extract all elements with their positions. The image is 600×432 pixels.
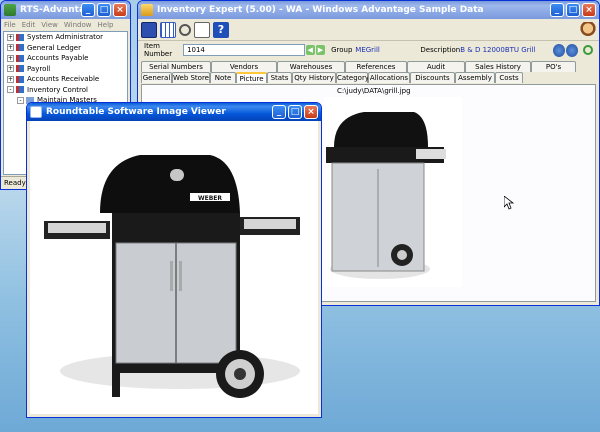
item-number-field[interactable]: 1014 (183, 44, 305, 56)
group-label: Group (331, 46, 353, 54)
tree-expand-icon[interactable]: + (7, 54, 14, 62)
image-viewer-window: Roundtable Software Image Viewer _ □ × W… (26, 102, 322, 418)
grill-image-large: WEBER (44, 155, 300, 398)
tab-sales-history[interactable]: Sales History (465, 61, 531, 72)
next-item-button[interactable]: ▶ (315, 45, 326, 55)
link-icon[interactable] (583, 45, 593, 55)
rts-titlebar[interactable]: RTS-Advantage Ac... _ □ × (1, 1, 130, 19)
inventory-toolbar: ? (138, 19, 599, 41)
maximize-button[interactable]: □ (97, 3, 111, 17)
viewer-canvas: WEBER (30, 121, 318, 414)
description-value: B & D 12000BTU Grill (460, 46, 536, 54)
tab-audit[interactable]: Audit (407, 61, 465, 72)
tree-expand-icon[interactable]: - (17, 96, 24, 104)
group-value: MEGrill (355, 46, 380, 54)
inventory-titlebar[interactable]: Inventory Expert (5.00) - WA - Windows A… (138, 1, 599, 19)
maximize-button[interactable]: □ (566, 3, 580, 17)
tab-costs[interactable]: Costs (495, 72, 523, 83)
tab-qty-history[interactable]: Qty History (292, 72, 336, 83)
tree-item[interactable]: + General Ledger (4, 43, 127, 54)
minimize-button[interactable]: _ (272, 105, 286, 119)
tree-item-label: Accounts Receivable (27, 75, 100, 84)
grid-icon[interactable] (141, 21, 157, 38)
tab-stats[interactable]: Stats (267, 72, 292, 83)
module-icon (16, 75, 24, 83)
tree-expand-icon[interactable]: - (7, 86, 14, 94)
forward-icon[interactable] (566, 43, 579, 57)
module-icon (16, 33, 24, 41)
tree-item[interactable]: + Accounts Payable (4, 53, 127, 64)
tree-item[interactable]: - Inventory Control (4, 85, 127, 96)
tree-item[interactable]: + Accounts Receivable (4, 74, 127, 85)
tabs-row-1: Serial Numbers Vendors Warehouses Reference… (138, 61, 599, 72)
rts-title: RTS-Advantage Ac... (20, 5, 81, 15)
menu-help[interactable]: Help (98, 21, 114, 29)
tree-expand-icon[interactable]: + (7, 44, 14, 52)
tree-expand-icon[interactable]: + (7, 75, 14, 83)
tab-note[interactable]: Note (210, 72, 236, 83)
tab-category[interactable]: Category (336, 72, 369, 83)
tab-discounts[interactable]: Discounts (410, 72, 455, 83)
brand-badge: WEBER (198, 195, 222, 202)
maximize-button[interactable]: □ (288, 105, 302, 119)
module-icon (16, 54, 24, 62)
viewer-title: Roundtable Software Image Viewer (46, 107, 226, 117)
module-icon (16, 86, 24, 94)
tab-references[interactable]: References (345, 61, 407, 72)
inventory-title: Inventory Expert (5.00) - WA - Windows A… (157, 5, 484, 15)
previous-item-button[interactable]: ◀ (305, 45, 315, 55)
tab-web-store[interactable]: Web Store (172, 72, 210, 83)
tab-allocations[interactable]: Allocations (368, 72, 410, 83)
minimize-button[interactable]: _ (81, 3, 95, 17)
item-number-label: Item Number (144, 42, 173, 58)
menu-view[interactable]: View (41, 21, 58, 29)
grill-image (324, 97, 462, 287)
rts-menubar: File Edit View Window Help (1, 19, 130, 31)
tab-general[interactable]: General (141, 72, 172, 83)
viewer-app-icon (30, 106, 42, 118)
description-label: Description (420, 46, 461, 54)
close-button[interactable]: × (582, 3, 596, 17)
tree-item[interactable]: + Payroll (4, 64, 127, 75)
minimize-button[interactable]: _ (550, 3, 564, 17)
menu-edit[interactable]: Edit (22, 21, 36, 29)
viewer-titlebar[interactable]: Roundtable Software Image Viewer _ □ × (27, 103, 321, 121)
mascot-icon (580, 21, 596, 38)
tabs-row-2: General Web Store Note Picture Stats Qty Hist… (138, 72, 599, 83)
tab-picture[interactable]: Picture (236, 72, 267, 83)
thermometer-icon (170, 169, 184, 181)
tree-item-label: Inventory Control (27, 85, 88, 94)
tab-po-s[interactable]: PO's (531, 61, 576, 72)
tree-item-label: General Ledger (27, 43, 81, 52)
tab-vendors[interactable]: Vendors (211, 61, 277, 72)
module-icon (16, 44, 24, 52)
app-icon (141, 4, 153, 16)
search-icon[interactable] (179, 23, 191, 36)
menu-file[interactable]: File (4, 21, 16, 29)
tab-warehouses[interactable]: Warehouses (277, 61, 345, 72)
module-icon (16, 65, 24, 73)
picture-path: C:\judy\DATA\grill.jpg (337, 87, 411, 95)
tree-item[interactable]: + System Administrator (4, 32, 127, 43)
back-icon[interactable] (553, 43, 566, 57)
mouse-cursor-icon (503, 195, 515, 212)
tree-item-label: System Administrator (27, 33, 104, 42)
tree-expand-icon[interactable]: + (7, 65, 14, 73)
tree-item-label: Accounts Payable (27, 54, 89, 63)
menu-window[interactable]: Window (64, 21, 92, 29)
tab-serial-numbers[interactable]: Serial Numbers (141, 61, 211, 72)
calendar-icon[interactable] (160, 21, 176, 38)
notes-icon[interactable] (194, 21, 210, 38)
item-header-row: Item Number 1014 ◀ ▶ Group MEGrill Descr… (138, 41, 599, 59)
help-icon[interactable]: ? (213, 21, 229, 38)
close-button[interactable]: × (113, 3, 127, 17)
tab-assembly[interactable]: Assembly (455, 72, 495, 83)
app-icon (4, 4, 16, 16)
status-text: Ready (4, 179, 26, 187)
tree-expand-icon[interactable]: + (7, 33, 14, 41)
close-button[interactable]: × (304, 105, 318, 119)
tree-item-label: Payroll (27, 64, 51, 73)
